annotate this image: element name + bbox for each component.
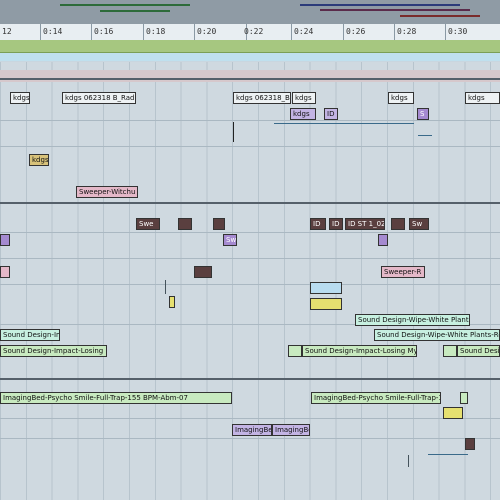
audio-clip[interactable]: [194, 266, 212, 278]
audio-clip[interactable]: Sw: [409, 218, 429, 230]
ruler-tick-label: 0:18: [146, 27, 166, 36]
ruler-tick-label: 0:26: [346, 27, 366, 36]
ruler-tick-label: 0:14: [43, 27, 63, 36]
ruler-tick: [91, 24, 92, 40]
edit-window-tracks[interactable]: kdgs kdgs 062318 B_Radio dc kdgs 062318_…: [0, 62, 500, 500]
audio-clip[interactable]: [391, 218, 405, 230]
track-divider: [0, 120, 500, 121]
ruler-tick: [343, 24, 344, 40]
ruler-tick: [40, 24, 41, 40]
audio-clip[interactable]: Sound Design-Impact-I: [0, 329, 60, 341]
audio-clip[interactable]: Sound Design-Impact-Losing My I: [302, 345, 417, 357]
audio-clip[interactable]: Sweeper-Witchu: [76, 186, 138, 198]
audio-clip[interactable]: ImagingBed-Psycho Smile-Full-Trap-155 BP…: [0, 392, 232, 404]
insertion-cursor: [233, 122, 234, 142]
audio-clip[interactable]: Sound Desig: [457, 345, 500, 357]
audio-clip[interactable]: Sw: [223, 234, 237, 246]
session-overview[interactable]: [0, 0, 500, 24]
ruler-tick: [143, 24, 144, 40]
ruler-tick-label: 0:22: [244, 27, 264, 36]
audio-clip[interactable]: [443, 407, 463, 419]
audio-clip[interactable]: [378, 234, 388, 246]
track-divider: [0, 146, 500, 147]
tempo-ruler[interactable]: [0, 40, 500, 53]
ruler-tick-label: 0:28: [397, 27, 417, 36]
audio-clip[interactable]: Sweeper-R: [381, 266, 425, 278]
audio-clip[interactable]: [0, 234, 10, 246]
audio-clip[interactable]: ID: [329, 218, 343, 230]
ruler-tick: [445, 24, 446, 40]
marker-ruler[interactable]: [0, 53, 500, 61]
track-divider: [0, 418, 500, 419]
clip-marker: [408, 455, 409, 467]
audio-clip[interactable]: kdgs: [292, 92, 316, 104]
audio-clip[interactable]: ImagingBe: [272, 424, 310, 436]
audio-clip[interactable]: [443, 345, 457, 357]
track-separator: [0, 202, 500, 204]
audio-clip[interactable]: [310, 298, 342, 310]
audio-clip[interactable]: Sound Design-Wipe-White Plants-02: [355, 314, 470, 326]
audio-clip[interactable]: S: [417, 108, 429, 120]
audio-clip[interactable]: kdgs: [10, 92, 30, 104]
timeline-ruler[interactable]: 12 0:14 0:16 0:18 0:20 0:22 0:24 0:26 0:…: [0, 24, 500, 41]
track-separator: [0, 78, 500, 80]
automation-line: [274, 123, 414, 124]
audio-clip[interactable]: kdgs 062318_B: [233, 92, 291, 104]
audio-clip[interactable]: kdgs: [29, 154, 49, 166]
track-band: [0, 70, 500, 82]
overview-clip: [400, 15, 480, 17]
ruler-tick: [291, 24, 292, 40]
audio-clip[interactable]: [465, 438, 475, 450]
overview-clip: [60, 4, 190, 6]
track-divider: [0, 258, 500, 259]
audio-clip[interactable]: [288, 345, 302, 357]
audio-clip[interactable]: ID: [310, 218, 326, 230]
ruler-tick-label: 0:24: [294, 27, 314, 36]
audio-clip[interactable]: [310, 282, 342, 294]
ruler-tick-label: 0:20: [197, 27, 217, 36]
audio-clip[interactable]: [178, 218, 192, 230]
track-separator: [0, 378, 500, 380]
audio-clip[interactable]: kdgs 062318 B_Radio dc: [62, 92, 136, 104]
audio-clip[interactable]: Sound Design-Wipe-White Plants-Rev: [374, 329, 500, 341]
audio-clip[interactable]: [0, 266, 10, 278]
audio-clip[interactable]: ID ST 1_02: [345, 218, 385, 230]
audio-clip[interactable]: ImagingBed-Psycho Smile-Full-Trap-15: [311, 392, 441, 404]
overview-clip: [100, 10, 170, 12]
audio-clip[interactable]: kdgs: [465, 92, 500, 104]
audio-clip[interactable]: kdgs: [290, 108, 316, 120]
overview-clip: [320, 9, 470, 11]
track-divider: [0, 284, 500, 285]
audio-clip[interactable]: Sound Design-Impact-Losing My I: [0, 345, 107, 357]
track-divider: [0, 438, 500, 439]
audio-clip[interactable]: ID: [324, 108, 338, 120]
audio-clip[interactable]: [169, 296, 175, 308]
audio-clip[interactable]: [460, 392, 468, 404]
audio-clip[interactable]: Swe: [136, 218, 160, 230]
clip-marker: [165, 280, 166, 294]
ruler-tick-label: 0:30: [448, 27, 468, 36]
audio-clip[interactable]: [213, 218, 225, 230]
ruler-tick: [394, 24, 395, 40]
track-divider: [0, 232, 500, 233]
overview-clip: [300, 4, 460, 6]
automation-line: [428, 454, 468, 455]
audio-clip[interactable]: kdgs: [388, 92, 414, 104]
ruler-tick-label: 12: [2, 27, 12, 36]
ruler-tick-label: 0:16: [94, 27, 114, 36]
ruler-tick: [194, 24, 195, 40]
automation-line: [418, 135, 432, 136]
audio-clip[interactable]: ImagingBe: [232, 424, 272, 436]
